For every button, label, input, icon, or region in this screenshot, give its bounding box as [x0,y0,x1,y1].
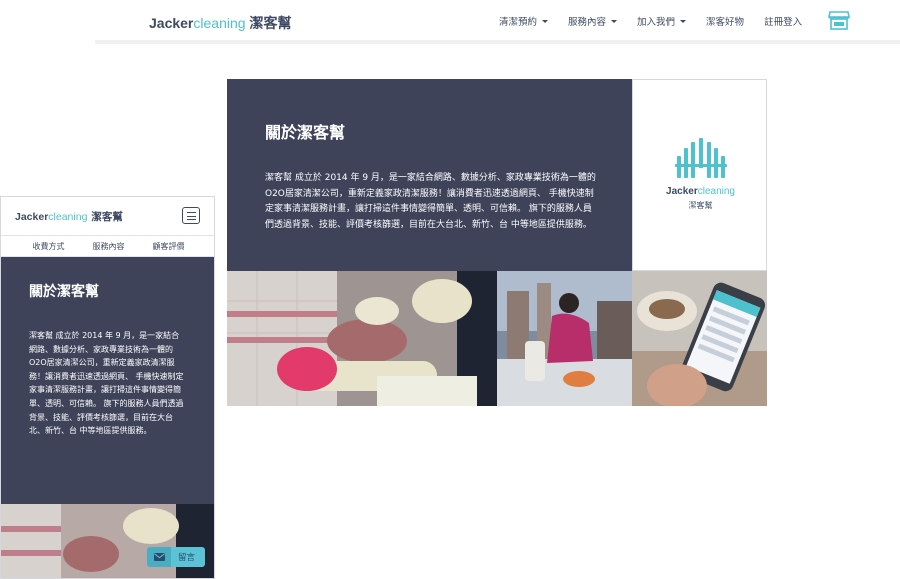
subnav-services[interactable]: 服務內容 [93,241,125,252]
about-title: 關於潔客幫 [265,125,346,142]
mobile-site-logo[interactable]: Jackercleaning 潔客幫 [15,209,123,224]
building-logo-icon [675,138,727,178]
desktop-header: Jackercleaning 潔客幫 清潔預約 服務內容 加入我們 潔客好物 註冊… [95,0,900,44]
mobile-about-section: 關於潔客幫 潔客幫 成立於 2014 年 9 月，是一家結合網路、數據分析、家政… [1,257,214,504]
chevron-down-icon [611,19,618,23]
brand-logo-box: Jackercleaning 潔客幫 [632,79,767,271]
brand-logo-text: Jackercleaning [666,186,735,197]
message-button-label: 留言 [178,553,196,563]
nav-login[interactable]: 註冊登入 [764,14,802,28]
nav-services[interactable]: 服務內容 [568,14,618,28]
about-body: 潔客幫 成立於 2014 年 9 月，是一家結合網路、數據分析、家政專業技術為一… [265,173,596,230]
hamburger-menu-icon[interactable] [182,207,200,224]
nav-shop[interactable]: 潔客好物 [706,14,744,28]
mobile-preview: Jackercleaning 潔客幫 收費方式 服務內容 顧客評價 關於潔客幫 潔… [0,196,215,579]
brand-logo-subtext: 潔客幫 [688,201,713,210]
about-section: 關於潔客幫 潔客幫 成立於 2014 年 9 月，是一家結合網路、數據分析、家政… [227,79,632,271]
mobile-header: Jackercleaning 潔客幫 [1,197,214,235]
mobile-photo-cleaning [1,504,214,578]
site-logo[interactable]: Jackercleaning 潔客幫 [149,13,292,33]
mobile-about-title: 關於潔客幫 [29,284,99,300]
photo-cleaning-table [497,271,632,406]
chevron-down-icon [680,19,687,23]
photo-cleaning-sink [227,271,497,406]
nav-join-us[interactable]: 加入我們 [637,14,687,28]
subnav-pricing[interactable]: 收費方式 [33,241,65,252]
mobile-about-body: 潔客幫 成立於 2014 年 9 月，是一家結合網路、數據分析、家政專業技術為一… [29,331,184,436]
mobile-subnav: 收費方式 服務內容 顧客評價 [1,235,214,257]
nav-booking[interactable]: 清潔預約 [499,14,549,28]
main-nav: 清潔預約 服務內容 加入我們 潔客好物 註冊登入 [499,14,822,28]
store-icon[interactable] [828,10,850,30]
envelope-icon [147,547,171,567]
subnav-reviews[interactable]: 顧客評價 [153,241,185,252]
message-button[interactable]: 留言 [147,547,205,567]
chevron-down-icon [542,19,549,23]
photo-mobile-app [632,271,767,406]
